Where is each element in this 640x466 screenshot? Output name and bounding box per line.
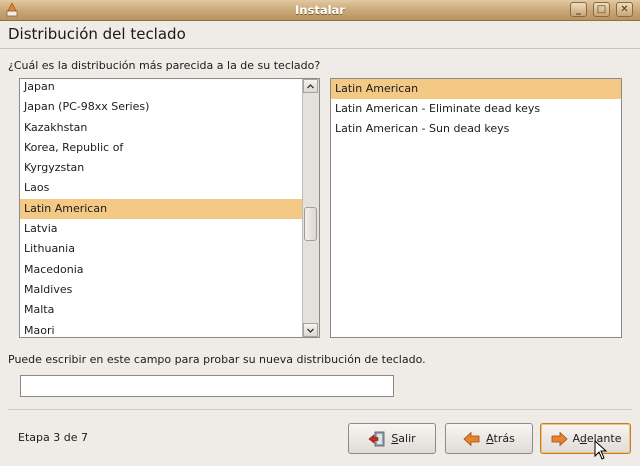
- title-bar[interactable]: Instalar _ □ ✕: [0, 0, 640, 21]
- back-button[interactable]: Atrás: [445, 423, 533, 454]
- layout-list-item[interactable]: Japan (PC-98xx Series): [20, 97, 303, 117]
- keyboard-test-input[interactable]: [20, 375, 394, 397]
- scrollbar-thumb[interactable]: [304, 207, 317, 241]
- layout-list-item[interactable]: Kazakhstan: [20, 118, 303, 138]
- layout-list[interactable]: Japan Japan (PC-98xx Series) Kazakhstan Kor…: [19, 78, 320, 338]
- variant-list-item[interactable]: Latin American - Sun dead keys: [331, 119, 621, 139]
- page-title: Distribución del teclado: [8, 25, 186, 43]
- chevron-up-icon: [307, 84, 314, 89]
- scroll-up-button[interactable]: [303, 79, 318, 93]
- test-field-hint: Puede escribir en este campo para probar…: [8, 353, 426, 366]
- quit-button-label: Salir: [391, 432, 416, 445]
- layout-list-item[interactable]: Japan: [20, 79, 303, 97]
- mouse-cursor-icon: [594, 440, 608, 460]
- layout-question: ¿Cuál es la distribución más parecida a …: [8, 59, 321, 72]
- step-indicator: Etapa 3 de 7: [18, 431, 88, 444]
- minimize-button[interactable]: _: [570, 2, 587, 17]
- installer-window: Instalar _ □ ✕ Distribución del teclado …: [0, 0, 640, 466]
- chevron-down-icon: [307, 328, 314, 333]
- layout-list-scrollbar[interactable]: [302, 79, 319, 337]
- layout-list-items: Japan Japan (PC-98xx Series) Kazakhstan Kor…: [20, 79, 303, 337]
- close-button[interactable]: ✕: [616, 2, 633, 17]
- layout-list-item[interactable]: Macedonia: [20, 260, 303, 280]
- scroll-down-button[interactable]: [303, 323, 318, 337]
- back-button-label: Atrás: [486, 432, 515, 445]
- window-title: Instalar: [295, 3, 345, 17]
- right-arrow-icon: [551, 431, 568, 446]
- variant-list[interactable]: Latin American Latin American - Eliminate…: [330, 78, 622, 338]
- layout-list-item[interactable]: Malta: [20, 300, 303, 320]
- maximize-button[interactable]: □: [593, 2, 610, 17]
- variant-list-item[interactable]: Latin American - Eliminate dead keys: [331, 99, 621, 119]
- variant-list-item[interactable]: Latin American: [331, 79, 621, 99]
- footer-divider: [8, 409, 632, 410]
- layout-list-item[interactable]: Laos: [20, 178, 303, 198]
- layout-list-item[interactable]: Latin American: [20, 198, 303, 220]
- layout-list-item[interactable]: Korea, Republic of: [20, 138, 303, 158]
- layout-list-item[interactable]: Maori: [20, 321, 303, 337]
- layout-list-item[interactable]: Kyrgyzstan: [20, 158, 303, 178]
- header-divider: [0, 48, 640, 49]
- quit-button[interactable]: Salir: [348, 423, 436, 454]
- variant-list-items: Latin American Latin American - Eliminate…: [331, 79, 621, 139]
- left-arrow-icon: [463, 431, 480, 446]
- layout-list-item[interactable]: Lithuania: [20, 239, 303, 259]
- layout-list-item[interactable]: Latvia: [20, 219, 303, 239]
- forward-button[interactable]: Adelante: [540, 423, 631, 454]
- exit-door-icon: [368, 431, 385, 446]
- layout-list-item[interactable]: Maldives: [20, 280, 303, 300]
- page-header: Distribución del teclado: [0, 21, 640, 49]
